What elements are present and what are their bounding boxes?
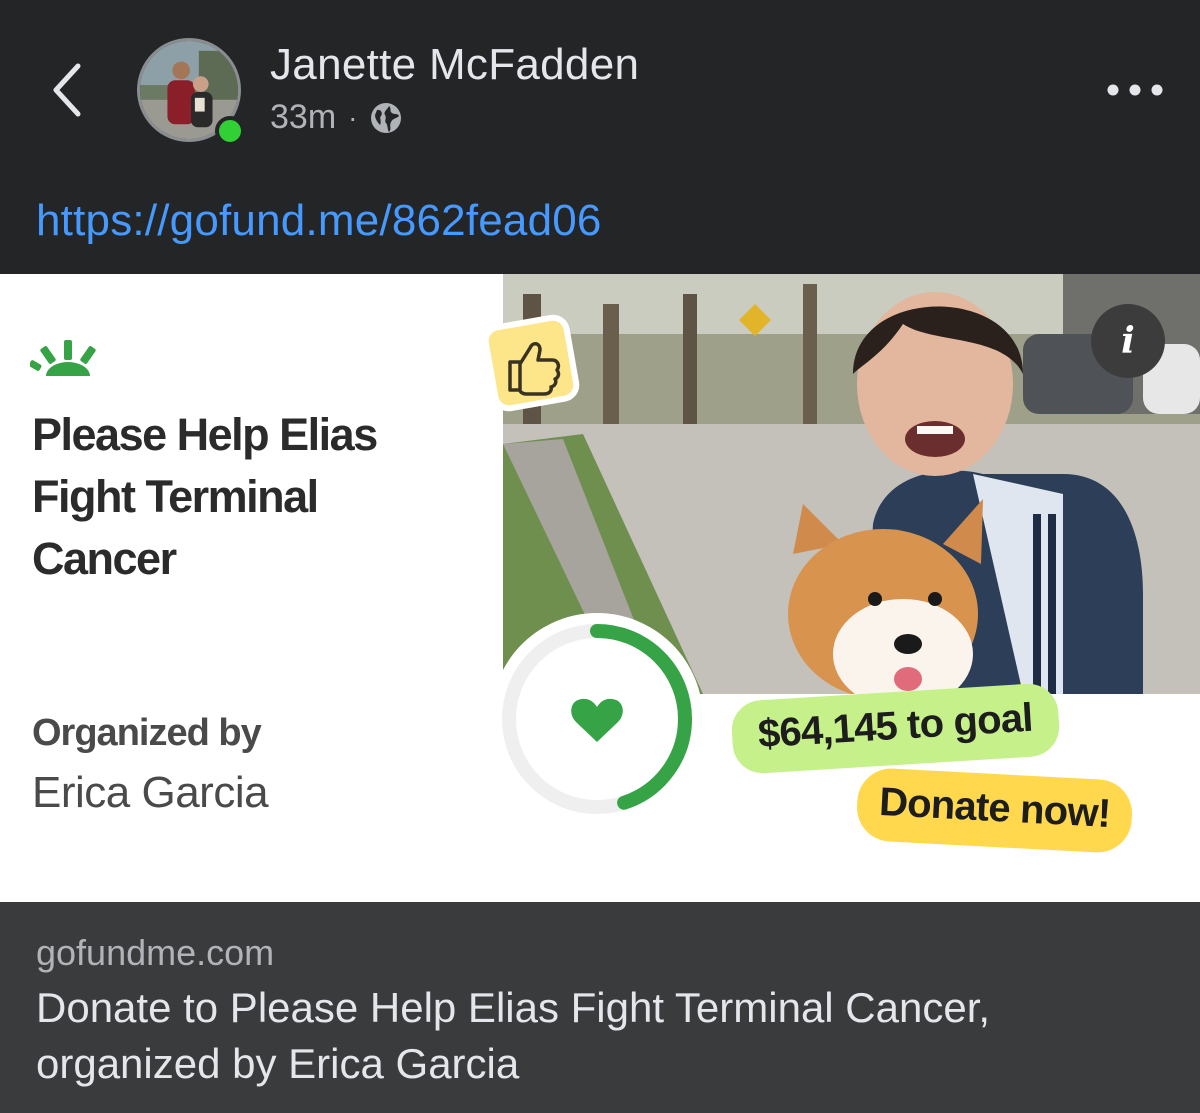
link-title: Donate to Please Help Elias Fight Termin… — [36, 984, 991, 1087]
chevron-left-icon — [53, 63, 81, 117]
post-header: Janette McFadden 33m · — [0, 0, 1200, 180]
goal-amount-badge: $64,145 to goal — [730, 682, 1061, 775]
thumbs-up-icon — [482, 314, 580, 412]
author-name[interactable]: Janette McFadden — [270, 40, 639, 90]
goal-progress-ring — [491, 613, 703, 825]
gofundme-logo-icon — [30, 340, 96, 376]
globe-icon — [371, 102, 402, 133]
more-icon — [1107, 84, 1163, 96]
link-domain: gofundme.com — [36, 932, 275, 973]
online-status-dot — [215, 116, 245, 146]
post-meta: 33m · — [270, 98, 403, 137]
link-card-footer[interactable]: gofundme.com Donate to Please Help Elias… — [0, 902, 1200, 1113]
donate-now-button[interactable]: Donate now! — [855, 766, 1134, 855]
more-options-button[interactable] — [1100, 72, 1170, 108]
meta-separator: · — [348, 101, 358, 133]
author-avatar[interactable] — [135, 36, 247, 148]
organized-by-label: Organized by — [32, 712, 262, 754]
info-button[interactable]: i — [1091, 304, 1165, 378]
organizer-name: Erica Garcia — [32, 768, 269, 817]
post-link[interactable]: https://gofund.me/862fead06 — [36, 196, 602, 246]
link-preview-image[interactable]: Please Help Elias Fight Terminal Cancer … — [0, 274, 1200, 902]
back-button[interactable] — [44, 58, 94, 122]
campaign-title: Please Help Elias Fight Terminal Cancer — [32, 409, 378, 584]
post-time[interactable]: 33m — [270, 98, 336, 137]
